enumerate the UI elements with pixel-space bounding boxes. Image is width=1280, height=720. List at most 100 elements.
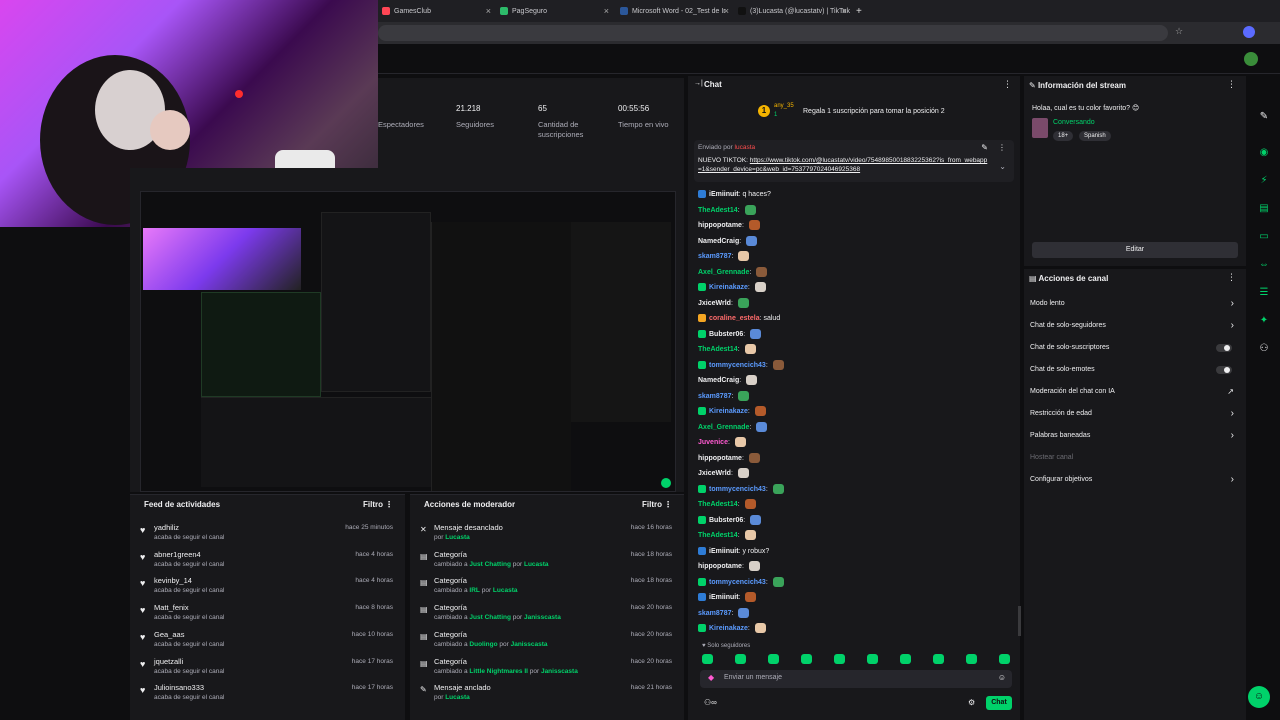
browser-tab[interactable]: GamesClub × [380, 3, 495, 20]
channel-action-item[interactable]: Chat de solo-seguidores › [1030, 315, 1238, 337]
quick-emote-icon[interactable] [834, 654, 845, 664]
feed-item[interactable]: ♥ Matt_fenix acaba de seguir el canal hace … [130, 601, 405, 628]
mod-action-item[interactable]: ▤ Categoría cambiado a Just Chatting por L… [410, 548, 684, 575]
quick-emote-icon[interactable] [801, 654, 812, 664]
chat-username[interactable]: tommycencich43 [709, 486, 766, 493]
chat-username[interactable]: Kireinakaze [709, 284, 748, 291]
quick-emote-icon[interactable] [867, 654, 878, 664]
profile-avatar[interactable] [1243, 26, 1255, 38]
quick-emote-icon[interactable] [768, 654, 779, 664]
mod-action-item[interactable]: ✕ Mensaje desanclado por Lucasta hace 16 ho… [410, 521, 684, 548]
channel-action-item[interactable]: Configurar objetivos › [1030, 469, 1238, 491]
channel-action-item[interactable]: Chat de solo-emotes [1030, 359, 1238, 381]
chat-message[interactable]: NamedCraig: [698, 234, 758, 249]
mod-actions-filter-button[interactable]: Filtro [642, 495, 662, 515]
chat-message[interactable]: iEmiinuit: y robux? [698, 544, 769, 559]
chat-username[interactable]: Axel_Grennade [698, 424, 749, 431]
chat-username[interactable]: TheAdest14 [698, 346, 738, 353]
channel-action-item[interactable]: Chat de solo-suscriptores [1030, 337, 1238, 359]
chat-message[interactable]: hippopotame: [698, 559, 760, 574]
edit-layout-icon[interactable]: ✎ [1257, 110, 1271, 124]
mod-action-moderator[interactable]: Lucasta [493, 587, 518, 594]
channel-action-item[interactable]: Restricción de edad › [1030, 403, 1238, 425]
mod-action-target[interactable]: Lucasta [445, 534, 470, 541]
chat-username[interactable]: JxiceWrld [698, 470, 731, 477]
mod-action-item[interactable]: ▤ Categoría cambiado a Just Chatting por J… [410, 601, 684, 628]
camera-icon[interactable]: ◉ [1257, 146, 1271, 160]
chat-username[interactable]: Juvenice [698, 439, 728, 446]
chat-message[interactable]: Kireinakaze: [698, 404, 766, 419]
chat-username[interactable]: tommycencich43 [709, 362, 766, 369]
chat-collapse-icon[interactable]: →| [694, 80, 703, 87]
mod-action-moderator[interactable]: Janisscasta [541, 668, 578, 675]
feed-item[interactable]: ♥ Gea_aas acaba de seguir el canal hace 10 … [130, 628, 405, 655]
chat-username[interactable]: JxiceWrld [698, 300, 731, 307]
address-bar[interactable] [378, 25, 1168, 41]
chat-message[interactable]: JxiceWrld: [698, 466, 749, 481]
feed-item[interactable]: ♥ jquetzalli acaba de seguir el canal hace … [130, 655, 405, 682]
chat-scrollbar[interactable] [1018, 606, 1021, 636]
channel-action-item[interactable]: Palabras baneadas › [1030, 425, 1238, 447]
stream-tag[interactable]: Spanish [1079, 131, 1111, 141]
chat-message[interactable]: Juvenice: [698, 435, 746, 450]
quick-emote-icon[interactable] [735, 654, 746, 664]
chat-message[interactable]: tommycencich43: [698, 482, 784, 497]
lightning-icon[interactable]: ⚡ [1257, 174, 1271, 188]
pin-icon[interactable]: ✎ [981, 143, 988, 152]
chat-message[interactable]: coraline_estela: salud [698, 311, 780, 326]
new-tab-button[interactable]: + [852, 3, 868, 20]
tab-close-icon[interactable]: × [486, 3, 491, 20]
channel-action-item[interactable]: Moderación del chat con IA ↗ [1030, 381, 1238, 403]
edit-stream-button[interactable]: Editar [1032, 242, 1238, 258]
feed-item[interactable]: ♥ Julioinsano333 acaba de seguir el canal h… [130, 681, 405, 708]
tab-close-icon[interactable]: × [842, 3, 847, 20]
chat-username[interactable]: hippopotame [698, 455, 742, 462]
chat-badges-icon[interactable]: ⚇∞ [704, 698, 717, 707]
mod-actions-more-icon[interactable]: ⋮ [664, 495, 672, 515]
channel-actions-more-icon[interactable]: ⋮ [1227, 272, 1236, 283]
document-icon[interactable]: ▤ [1257, 202, 1271, 216]
chat-username[interactable]: Kireinakaze [709, 625, 748, 632]
chat-username[interactable]: iEmiinuit [709, 594, 739, 601]
chat-message[interactable]: tommycencich43: [698, 575, 784, 590]
stream-tag[interactable]: 18+ [1053, 131, 1074, 141]
chat-message[interactable]: TheAdest14: [698, 342, 756, 357]
chat-username[interactable]: iEmiinuit [709, 191, 739, 198]
chat-username[interactable]: Bubster06 [709, 517, 743, 524]
feed-item[interactable]: ♥ abner1green4 acaba de seguir el canal hac… [130, 548, 405, 575]
bits-icon[interactable]: ◆ [708, 673, 714, 682]
chat-send-button[interactable]: Chat [986, 696, 1012, 710]
chat-message[interactable]: skam8787: [698, 606, 750, 621]
chat-username[interactable]: NamedCraig [698, 377, 739, 384]
mod-action-moderator[interactable]: Janisscasta [524, 614, 561, 621]
quick-emote-icon[interactable] [933, 654, 944, 664]
chat-username[interactable]: skam8787 [698, 610, 731, 617]
mod-action-item[interactable]: ▤ Categoría cambiado a IRL por Lucasta hace… [410, 574, 684, 601]
chat-message[interactable]: Bubster06: [698, 327, 762, 342]
mod-action-target[interactable]: Lucasta [445, 694, 470, 701]
chat-username[interactable]: coraline_estela [709, 315, 760, 322]
activity-feed-filter-button[interactable]: Filtro [363, 495, 383, 515]
community-icon[interactable]: ⚇ [1257, 342, 1271, 356]
mod-action-item[interactable]: ✎ Mensaje anclado por Lucasta hace 21 horas [410, 681, 684, 708]
hype-gift-text[interactable]: Regala 1 suscripción para tomar la posic… [803, 108, 945, 115]
feed-item[interactable]: ♥ kevinby_14 acaba de seguir el canal hace … [130, 574, 405, 601]
chat-message[interactable]: Kireinakaze: [698, 280, 766, 295]
chat-message[interactable]: hippopotame: [698, 451, 760, 466]
chat-username[interactable]: Bubster06 [709, 331, 743, 338]
chat-message[interactable]: tommycencich43: [698, 358, 784, 373]
help-chat-icon[interactable]: ☺ [1248, 686, 1270, 708]
chat-message[interactable]: TheAdest14: [698, 203, 756, 218]
stream-preview-video[interactable] [140, 191, 676, 492]
mod-action-target[interactable]: Duolingo [469, 641, 497, 648]
chat-message[interactable]: Axel_Grennade: [698, 265, 768, 280]
chat-username[interactable]: NamedCraig [698, 238, 739, 245]
chat-message[interactable]: Axel_Grennade: [698, 420, 768, 435]
chat-message[interactable]: iEmiinuit: [698, 590, 757, 605]
wrench-icon[interactable]: ✦ [1257, 314, 1271, 328]
chat-username[interactable]: TheAdest14 [698, 532, 738, 539]
mod-action-target[interactable]: Just Chatting [469, 614, 511, 621]
chat-message[interactable]: iEmiinuit: q haces? [698, 187, 771, 202]
chat-username[interactable]: skam8787 [698, 393, 731, 400]
toggle-switch[interactable] [1216, 366, 1232, 374]
